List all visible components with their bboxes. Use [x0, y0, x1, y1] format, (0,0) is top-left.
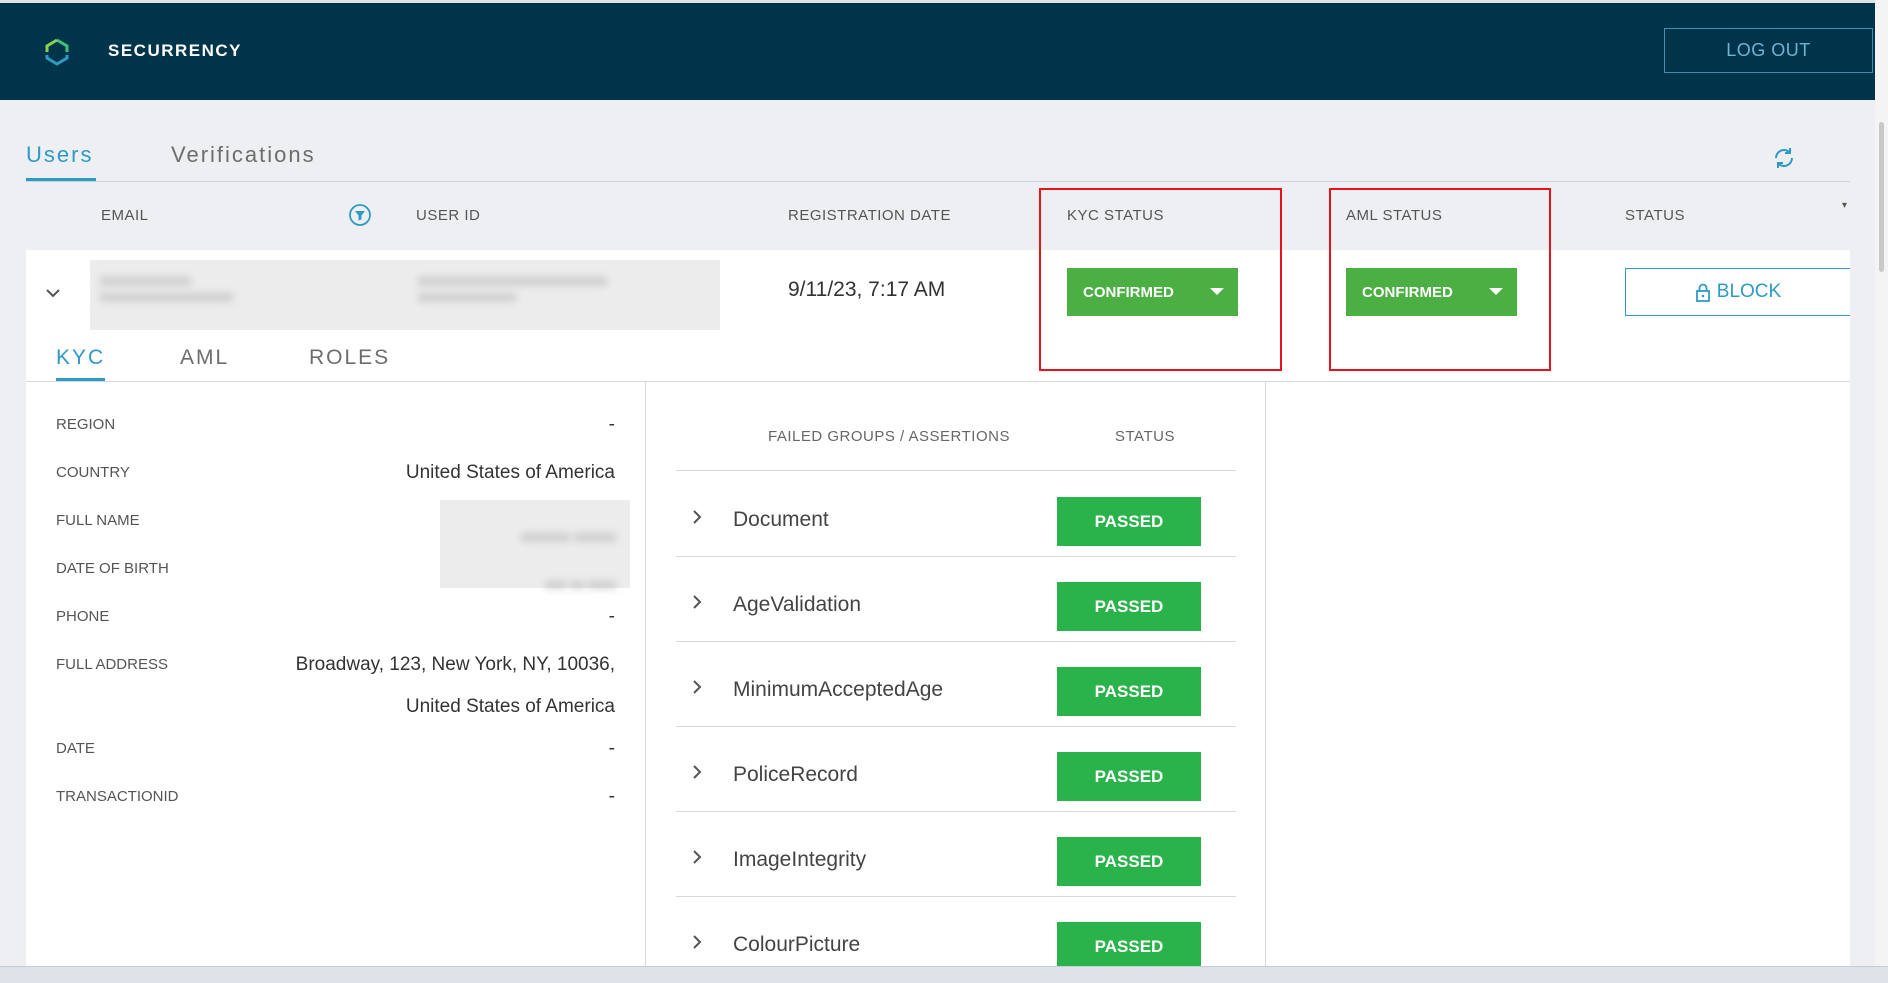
full-name-label: FULL NAME — [56, 512, 140, 529]
scrollbar-thumb[interactable] — [1879, 122, 1884, 272]
subtab-kyc[interactable]: KYC — [56, 346, 105, 370]
assertions-header: FAILED GROUPS / ASSERTIONS — [768, 428, 1010, 445]
transaction-id-value: - — [608, 786, 615, 807]
country-label: COUNTRY — [56, 464, 130, 481]
subtab-roles[interactable]: ROLES — [309, 346, 390, 370]
assertion-status-badge: PASSED — [1057, 837, 1201, 886]
column-divider — [1265, 382, 1266, 966]
assertions-header-divider — [676, 470, 1236, 471]
user-detail-panel — [26, 250, 1850, 966]
sort-indicator-icon: ▾ — [1842, 200, 1848, 211]
transaction-id-label: TRANSACTIONID — [56, 788, 179, 805]
chevron-right-icon[interactable] — [690, 678, 704, 696]
phone-label: PHONE — [56, 608, 110, 625]
assertion-name: MinimumAcceptedAge — [733, 678, 944, 701]
assertion-name: Document — [733, 508, 829, 531]
column-header-user-id: USER ID — [416, 207, 481, 224]
block-user-button[interactable]: BLOCK — [1625, 268, 1850, 316]
full-address-value-line1: Broadway, 123, New York, NY, 10036, — [295, 654, 615, 675]
phone-value: - — [608, 606, 615, 627]
block-button-label: BLOCK — [1716, 281, 1782, 302]
chevron-right-icon[interactable] — [690, 593, 704, 611]
region-value: - — [608, 414, 615, 435]
lock-icon — [1695, 283, 1710, 302]
assertion-name: ImageIntegrity — [733, 848, 867, 871]
top-bar: SECURRENCY LOG OUT — [0, 0, 1875, 100]
redacted-name-dob-text: xxxxxxx xxxxxx xxx xx xxxx — [521, 528, 616, 592]
assertions-status-header: STATUS — [1115, 428, 1175, 445]
filter-icon[interactable] — [349, 204, 371, 226]
assertion-status-badge: PASSED — [1057, 582, 1201, 631]
row-divider — [676, 556, 1236, 557]
column-header-email: EMAIL — [101, 207, 149, 224]
column-divider — [645, 382, 646, 966]
tab-verifications[interactable]: Verifications — [171, 142, 316, 168]
country-value: United States of America — [405, 462, 615, 483]
date-label: DATE — [56, 740, 95, 757]
logout-button[interactable]: LOG OUT — [1664, 28, 1873, 73]
assertion-status-badge: PASSED — [1057, 922, 1201, 971]
redacted-email: xxxxxxxxxxxxx xxxxxxxxxxxxxxxxxxx — [100, 272, 233, 304]
brand-name: SECURRENCY — [108, 41, 243, 60]
full-address-label: FULL ADDRESS — [56, 656, 168, 673]
securrency-logo-icon — [45, 38, 69, 66]
chevron-right-icon[interactable] — [690, 508, 704, 526]
assertion-status-badge: PASSED — [1057, 752, 1201, 801]
row-divider — [676, 641, 1236, 642]
redacted-user-id: xxxxxxxxxxxxxxxxxxxxxxxxxxx xxxxxxxxxxxxx… — [418, 272, 607, 304]
region-label: REGION — [56, 416, 116, 433]
assertion-name: ColourPicture — [733, 933, 861, 956]
os-taskbar — [0, 966, 1888, 983]
chevron-right-icon[interactable] — [690, 848, 704, 866]
row-divider — [676, 811, 1236, 812]
chevron-right-icon[interactable] — [690, 763, 704, 781]
assertion-name: PoliceRecord — [733, 763, 858, 786]
subtabs-divider — [26, 381, 1850, 382]
refresh-icon[interactable] — [1772, 146, 1796, 170]
assertion-name: AgeValidation — [733, 593, 862, 616]
date-of-birth-label: DATE OF BIRTH — [56, 560, 169, 577]
column-header-registration-date: REGISTRATION DATE — [788, 207, 951, 224]
date-value: - — [608, 738, 615, 759]
highlight-aml-status — [1329, 188, 1551, 371]
highlight-kyc-status — [1039, 188, 1282, 371]
tab-users[interactable]: Users — [26, 142, 93, 168]
registration-date-value: 9/11/23, 7:17 AM — [788, 278, 946, 301]
assertion-status-badge: PASSED — [1057, 497, 1201, 546]
tabs-divider — [26, 181, 1850, 182]
chevron-right-icon[interactable] — [690, 933, 704, 951]
full-address-value-line2: United States of America — [405, 696, 615, 717]
assertion-status-badge: PASSED — [1057, 667, 1201, 716]
collapse-row-chevron-icon[interactable] — [44, 284, 62, 302]
row-divider — [676, 896, 1236, 897]
subtab-aml[interactable]: AML — [180, 346, 229, 370]
row-divider — [676, 726, 1236, 727]
column-header-status: STATUS — [1625, 207, 1685, 224]
